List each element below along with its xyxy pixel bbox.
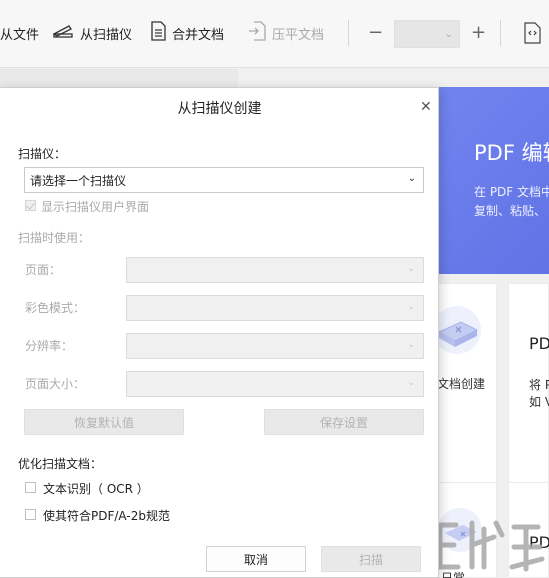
- scanner-icon: [52, 23, 74, 43]
- from-scanner-label: 从扫描仪: [80, 27, 133, 43]
- chevron-down-icon: ⌄: [407, 340, 415, 350]
- page-label: 页面：: [25, 263, 62, 277]
- from-scanner-button[interactable]: 从扫描仪: [52, 20, 132, 46]
- ocr-checkbox[interactable]: [25, 482, 36, 493]
- ocr-label: 文本识别（ OCR ）: [43, 482, 149, 496]
- fit-page-icon: [522, 22, 542, 47]
- main-toolbar: 从文件 从扫描仪 合并文档 压平文档 − ⌄ +: [0, 0, 549, 68]
- color-mode-select[interactable]: ⌄: [126, 295, 424, 321]
- resolution-select[interactable]: ⌄: [126, 333, 424, 359]
- scanner-label: 扫描仪：: [18, 147, 67, 161]
- page-size-select[interactable]: ⌄: [126, 371, 424, 397]
- convert-card-line-1: 将 P: [529, 378, 549, 392]
- zoom-out-button[interactable]: −: [368, 22, 383, 43]
- cancel-button[interactable]: 取消: [206, 546, 306, 572]
- pdfa-checkbox[interactable]: [25, 509, 36, 520]
- page-select[interactable]: ⌄: [126, 257, 424, 283]
- scanner-select[interactable]: 请选择一个扫描仪 ⌄: [24, 167, 424, 193]
- fit-page-button[interactable]: [522, 22, 542, 47]
- chevron-down-icon: ⌄: [407, 264, 415, 274]
- merge-docs-label: 合并文档: [172, 27, 225, 43]
- toolbar-divider: [500, 20, 501, 46]
- show-ui-checkbox[interactable]: [25, 200, 36, 211]
- dialog-title: 从扫描仪创建: [177, 101, 262, 117]
- pdfa-label: 使其符合PDF/A-2b规范: [43, 509, 170, 523]
- color-mode-label: 彩色模式：: [25, 301, 86, 315]
- flatten-docs-label: 压平文档: [272, 27, 325, 43]
- convert-card-line-2: 如 V: [529, 395, 549, 409]
- zoom-in-button[interactable]: +: [471, 22, 486, 43]
- close-icon[interactable]: ✕: [420, 100, 432, 114]
- banner-title: PDF 编辑: [474, 141, 549, 165]
- convert-card[interactable]: PD 将 P 如 V: [508, 283, 549, 497]
- toolbar-divider: [348, 20, 349, 46]
- flatten-docs-button[interactable]: 压平文档: [248, 20, 324, 46]
- resolution-label: 分辨率：: [25, 339, 74, 353]
- flatten-icon: [248, 21, 266, 45]
- page-size-label: 页面大小：: [25, 377, 86, 391]
- banner-text-line-1: 在 PDF 文档中: [474, 185, 549, 199]
- merge-docs-button[interactable]: 合并文档: [150, 20, 224, 46]
- convert-card-title: PD: [529, 334, 549, 353]
- scan-button[interactable]: 扫描: [321, 546, 421, 572]
- chevron-down-icon: ⌄: [407, 302, 415, 312]
- from-file-button[interactable]: 从文件: [0, 20, 39, 46]
- zoom-select[interactable]: ⌄: [394, 20, 460, 48]
- scan-dialog: 从扫描仪创建 ✕ 扫描仪： 请选择一个扫描仪 ⌄ 显示扫描仪用户界面 扫描时使用…: [0, 87, 439, 578]
- chevron-down-icon: ⌄: [407, 173, 416, 184]
- from-file-label: 从文件: [0, 27, 40, 43]
- scanner-select-value: 请选择一个扫描仪: [30, 173, 127, 188]
- document-icon: [150, 21, 166, 45]
- restore-defaults-button[interactable]: 恢复默认值: [24, 409, 184, 435]
- banner-text-line-2: 复制、粘贴、: [474, 204, 547, 218]
- save-settings-button[interactable]: 保存设置: [264, 409, 424, 435]
- chevron-down-icon: ⌄: [407, 378, 415, 388]
- optimize-label: 优化扫描文档：: [18, 457, 103, 471]
- scan-settings-label: 扫描时使用：: [18, 231, 91, 245]
- create-card-label: 文档创建: [437, 377, 486, 391]
- show-ui-label: 显示扫描仪用户界面: [41, 200, 150, 214]
- chevron-down-icon: ⌄: [444, 28, 453, 40]
